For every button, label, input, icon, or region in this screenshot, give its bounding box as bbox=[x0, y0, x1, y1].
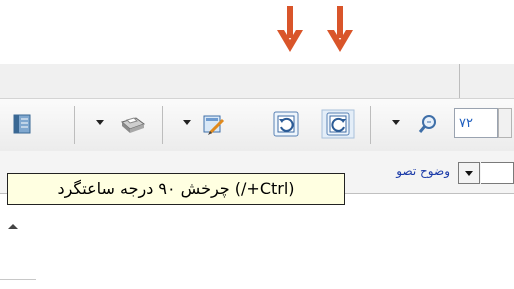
zoom-icon[interactable] bbox=[410, 108, 444, 140]
chevron-down-icon[interactable] bbox=[96, 120, 104, 125]
quality-dropdown-button[interactable] bbox=[458, 162, 480, 184]
rotate-cw-icon[interactable] bbox=[316, 108, 360, 140]
toolbar-separator bbox=[162, 106, 163, 144]
panel-divider bbox=[459, 64, 460, 98]
zoom-spinner[interactable] bbox=[498, 108, 512, 138]
quality-dropdown[interactable] bbox=[481, 162, 514, 184]
scroll-up-arrow-icon[interactable] bbox=[6, 220, 20, 234]
chevron-down-icon[interactable] bbox=[392, 120, 400, 125]
down-arrow-icon bbox=[327, 6, 353, 52]
panel-icon[interactable] bbox=[4, 107, 38, 141]
toolbar-separator bbox=[74, 106, 75, 144]
divider bbox=[0, 279, 36, 280]
toolbar-separator bbox=[370, 106, 371, 144]
down-arrow-icon bbox=[277, 6, 303, 52]
rotate-ccw-icon[interactable] bbox=[266, 108, 306, 140]
zoom-input[interactable]: ۷۲ bbox=[454, 108, 498, 138]
quality-label: وضوح تصو bbox=[396, 164, 450, 178]
rotate-tooltip: چرخش ۹۰ درجه ساعتگرد (/+Ctrl) bbox=[7, 173, 345, 205]
chevron-down-icon[interactable] bbox=[183, 120, 191, 125]
edit-page-icon[interactable] bbox=[196, 108, 230, 140]
top-panel bbox=[0, 64, 514, 98]
printer-icon[interactable] bbox=[110, 108, 150, 140]
